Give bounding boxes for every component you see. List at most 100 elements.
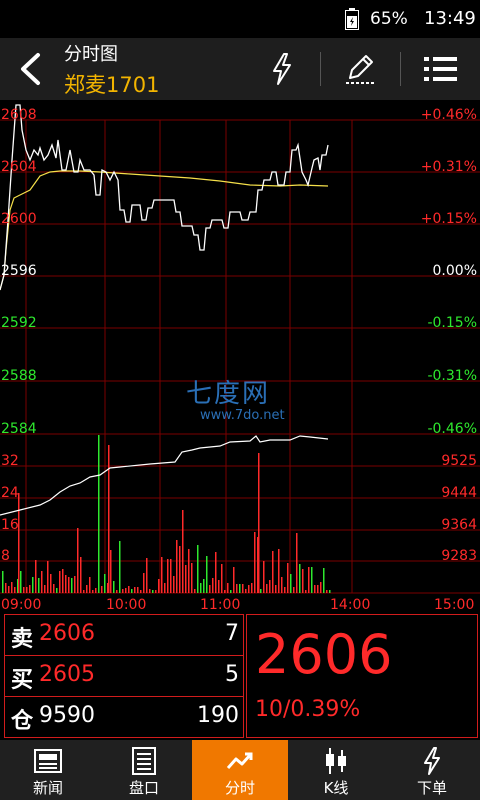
volume-bar [182,510,184,593]
volume-bar [47,561,49,593]
volume-bar [53,584,55,593]
volume-bar [242,584,244,593]
time-label: 15:00 [434,597,475,613]
volume-bar [203,579,205,593]
volume-bar [224,590,226,593]
volume-bar [329,590,331,593]
volume-bar [62,569,64,593]
volume-bar [41,571,43,593]
volume-bar [26,587,28,593]
header-divider [400,52,401,86]
watermark-url: www.7do.net [200,408,285,423]
volume-bar [35,560,37,593]
ask-volume: 7 [225,621,239,646]
page-title: 分时图 [64,44,118,65]
volume-bar [95,588,97,593]
tab-orderbook[interactable]: 盘口 [96,740,192,800]
volume-bar [158,579,160,593]
bid-volume: 5 [225,662,239,687]
clock: 13:49 [424,8,476,29]
volume-bar [200,583,202,593]
volume-bar [287,563,289,593]
pct-label: 0.00% [432,263,477,279]
back-arrow-icon[interactable] [16,52,46,86]
volume-label: 16 [1,517,19,533]
tab-intraday[interactable]: 分时 [192,740,288,800]
volume-bar [272,551,274,593]
last-price: 2606 [255,623,393,686]
volume-bar [236,584,238,593]
volume-bar [125,588,127,593]
volume-bar [206,556,208,593]
volume-bar [197,545,199,593]
volume-bar [170,559,172,593]
volume-bar [188,549,190,593]
volume-bar [317,585,319,593]
ask-row[interactable]: 卖 2606 7 [5,615,243,656]
volume-bar [23,587,25,593]
header-divider [320,52,321,86]
intraday-chart[interactable] [0,100,480,615]
chart-svg [0,104,480,594]
tab-kline[interactable]: K线 [288,740,384,800]
volume-bar [194,589,196,593]
volume-bar [137,587,139,593]
lightning-icon [424,747,440,775]
price-label: 2592 [1,315,37,331]
bid-row[interactable]: 买 2605 5 [5,656,243,697]
pct-label: -0.15% [427,315,477,331]
volume-bar [92,590,94,593]
menu-icon[interactable] [421,50,461,88]
tab-news[interactable]: 新闻 [0,740,96,800]
volume-bar [266,584,268,593]
lightning-icon[interactable] [262,50,302,88]
pct-label: -0.31% [427,368,477,384]
time-label: 14:00 [330,597,371,613]
tab-label: 下单 [416,779,447,797]
open-interest-value: 9590 [39,703,95,728]
volume-bar [311,567,313,593]
volume-bar [320,582,322,593]
volume-bar [293,587,295,593]
volume-bar [308,567,310,593]
oi-label: 9283 [441,548,477,564]
candlestick-icon [326,748,346,774]
bid-label: 买 [11,668,34,693]
time-label: 09:00 [1,597,42,613]
volume-bar [164,583,166,593]
volume-bar [8,586,10,593]
watermark: 七度网 [186,379,271,409]
oi-label: 9364 [441,517,477,533]
tab-order[interactable]: 下单 [384,740,480,800]
volume-bar [176,540,178,593]
open-interest-line [0,435,329,516]
volume-bar [212,578,214,593]
price-label: 2596 [1,263,37,279]
volume-bar [260,589,262,593]
news-icon [34,749,62,773]
order-book: 卖 2606 7 买 2605 5 仓 9590 190 [4,614,244,738]
volume-bar [5,583,7,593]
price-change: 10/0.39% [255,697,361,722]
volume-bar [152,590,154,593]
volume-bar [143,573,145,593]
oi-label: 9444 [441,485,477,501]
volume-bar [218,580,220,593]
volume-bar [278,549,280,593]
time-label: 11:00 [200,597,241,613]
chart-grid [0,119,480,594]
volume-bar [326,590,328,593]
volume-bar [38,578,40,593]
volume-bar [98,435,100,593]
volume-bar [233,567,235,593]
pct-label: -0.46% [427,421,477,437]
price-line [0,104,329,291]
volume-bar [161,557,163,593]
volume-bar [323,568,325,593]
tab-label: 盘口 [128,779,159,797]
volume-bar [131,589,133,593]
trend-icon [226,752,253,769]
bid-price: 2605 [39,662,95,687]
pencil-icon[interactable] [340,50,380,88]
volume-bar [101,586,103,593]
